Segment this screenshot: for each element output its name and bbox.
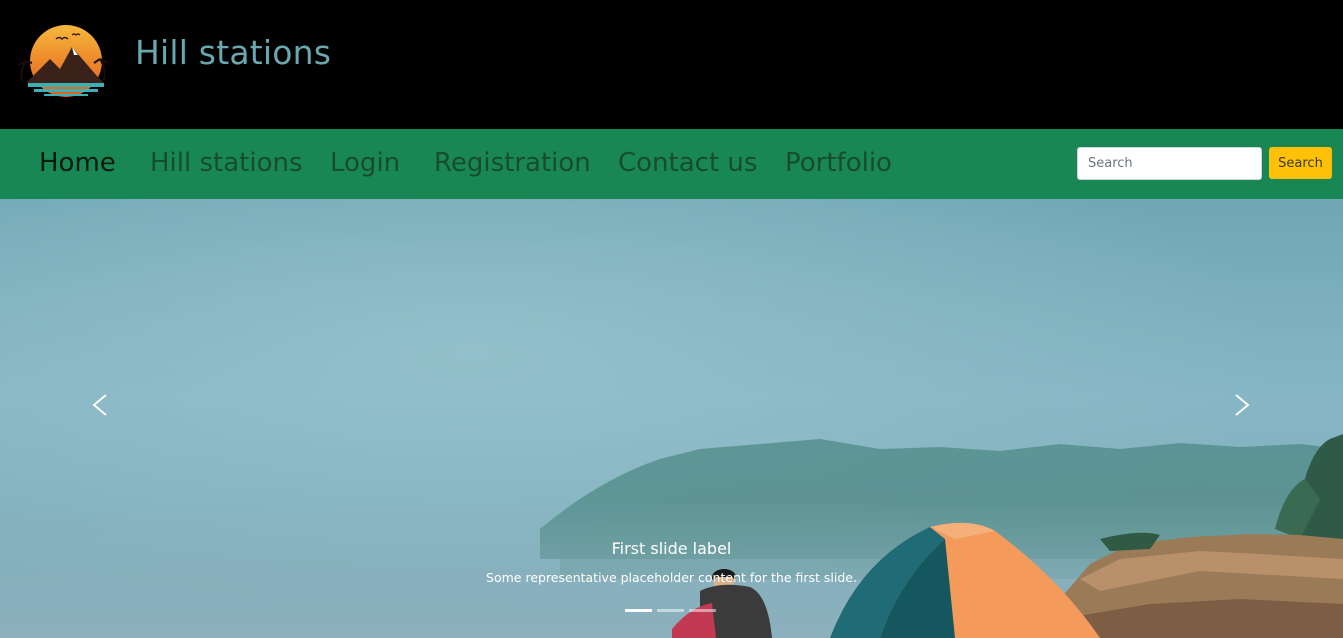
nav-hill-stations[interactable]: Hill stations bbox=[150, 148, 303, 178]
site-header: Hill stations bbox=[0, 0, 1343, 129]
nav-contact-us[interactable]: Contact us bbox=[618, 148, 757, 178]
nav-login[interactable]: Login bbox=[330, 148, 400, 178]
mountain-sunset-logo[interactable] bbox=[16, 25, 112, 101]
carousel-indicator-2[interactable] bbox=[657, 609, 684, 612]
site-brand[interactable]: Hill stations bbox=[135, 33, 331, 72]
nav-portfolio[interactable]: Portfolio bbox=[785, 148, 892, 178]
nav-home[interactable]: Home bbox=[39, 148, 116, 178]
search-input[interactable] bbox=[1077, 147, 1262, 180]
chevron-right-icon bbox=[1235, 394, 1250, 416]
chevron-left-icon bbox=[92, 394, 107, 416]
carousel-caption-text: Some representative placeholder content … bbox=[486, 570, 857, 585]
carousel-caption-title: First slide label bbox=[611, 539, 732, 558]
nav-registration[interactable]: Registration bbox=[434, 148, 591, 178]
carousel-indicator-1[interactable] bbox=[625, 609, 652, 612]
hero-carousel: First slide label Some representative pl… bbox=[0, 199, 1343, 638]
carousel-next-button[interactable] bbox=[1222, 387, 1262, 447]
carousel-indicator-3[interactable] bbox=[689, 609, 716, 612]
search-button[interactable]: Search bbox=[1269, 147, 1332, 179]
carousel-prev-button[interactable] bbox=[80, 387, 120, 447]
